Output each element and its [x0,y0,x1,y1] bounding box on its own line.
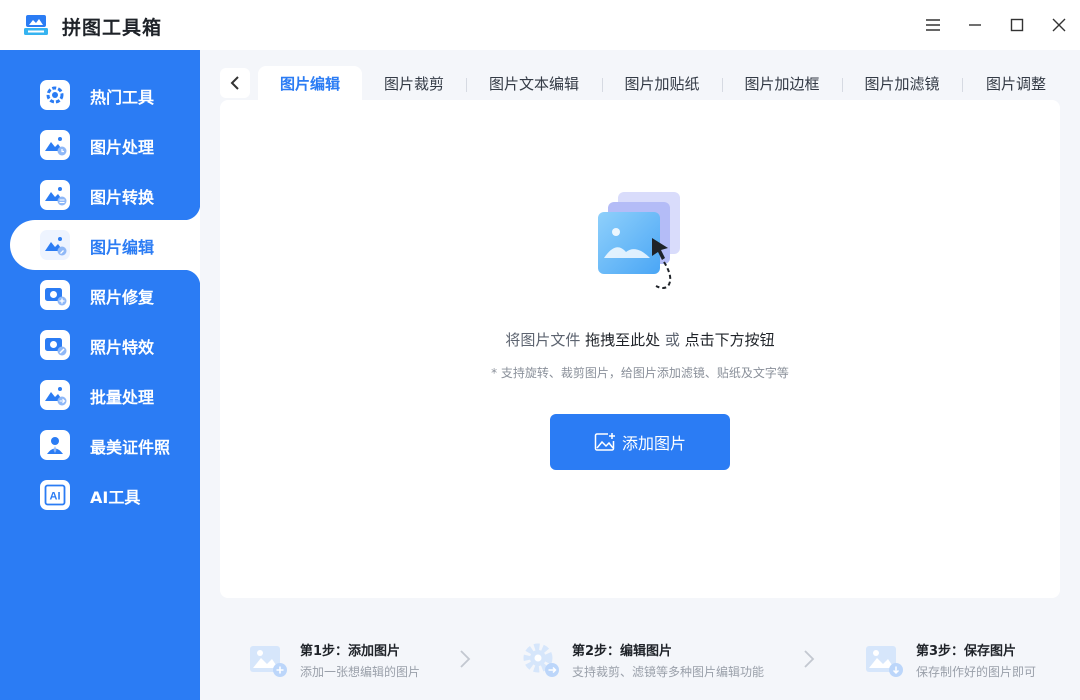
drop-zone[interactable]: 将图片文件 拖拽至此处 或 点击下方按钮 * 支持旋转、裁剪图片，给图片添加滤镜… [220,100,1060,598]
chevron-left-icon [230,76,239,90]
sidebar-item-image-processing[interactable]: 图片处理 [0,120,200,170]
sidebar-item-id-photo[interactable]: 最美证件照 [0,420,200,470]
tab-image-text-edit[interactable]: 图片文本编辑 [476,66,592,100]
app-logo-icon [24,15,48,35]
sidebar-item-photo-effects[interactable]: 照片特效 [0,320,200,370]
tab-divider [962,78,963,92]
tab-divider [602,78,603,92]
tab-image-edit[interactable]: 图片编辑 [258,66,362,100]
image-add-step-icon [250,646,287,677]
sidebar-item-batch[interactable]: 批量处理 [0,370,200,420]
sidebar-item-label: 图片转换 [90,188,155,207]
camera-plus-icon [40,280,70,310]
gear-step-icon [523,643,559,677]
close-icon [1052,18,1066,32]
chevron-right-icon [804,650,815,668]
maximize-icon [1010,18,1024,32]
sidebar-item-label: 热门工具 [90,88,155,107]
sidebar-item-label: 批量处理 [90,388,155,407]
minimize-icon [969,24,981,26]
id-photo-icon [40,430,70,460]
step-desc: 添加一张想编辑的图片 [300,665,421,679]
tab-divider [722,78,723,92]
sidebar-item-image-edit[interactable]: 图片编辑 [10,204,200,286]
drop-text-or: 或 [660,331,685,349]
menu-button[interactable] [920,12,946,38]
sidebar-item-image-convert[interactable]: 图片转换 [0,170,200,220]
tab-image-sticker[interactable]: 图片加贴纸 [612,66,712,100]
close-button[interactable] [1046,12,1072,38]
chevron-right-icon [460,650,471,668]
sidebar-item-label: 照片特效 [90,338,155,357]
minimize-button[interactable] [962,12,988,38]
sidebar-item-photo-repair[interactable]: 照片修复 [0,270,200,320]
step-title: 第1步：添加图片 [300,644,401,659]
drop-text-click: 点击下方按钮 [684,331,775,349]
sidebar-item-label: 照片修复 [90,288,155,307]
back-button[interactable] [220,68,250,98]
add-image-label: 添加图片 [621,434,686,453]
title-bar: 拼图工具箱 [0,0,1080,50]
sidebar-item-label: 最美证件照 [90,438,171,457]
maximize-button[interactable] [1004,12,1030,38]
tab-image-adjust[interactable]: 图片调整 [972,66,1060,100]
image-convert-icon [40,180,70,210]
add-image-button[interactable]: 添加图片 [550,414,730,470]
gear-icon [40,80,70,110]
step-1: 第1步：添加图片 添加一张想编辑的图片 [248,638,458,682]
image-edit-icon [40,230,70,260]
image-save-step-icon [866,646,903,677]
step-title: 第3步：保存图片 [916,644,1017,659]
sidebar-item-ai-tools[interactable]: AI AI工具 [0,470,200,520]
drop-hint: * 支持旋转、裁剪图片，给图片添加滤镜、贴纸及文字等 [491,366,789,380]
camera-wand-icon [40,330,70,360]
app-title: 拼图工具箱 [62,17,163,39]
step-title: 第2步：编辑图片 [572,644,673,659]
hamburger-icon [926,19,940,31]
tab-image-crop[interactable]: 图片裁剪 [370,66,458,100]
sidebar-item-hot-tools[interactable]: 热门工具 [0,70,200,120]
tab-divider [466,78,467,92]
tab-image-border[interactable]: 图片加边框 [732,66,832,100]
drop-instruction: 将图片文件 拖拽至此处 或 点击下方按钮 [220,329,1060,350]
image-add-icon [594,433,615,451]
svg-text:AI: AI [50,491,61,503]
ai-icon: AI [40,480,70,510]
sidebar-item-label: 图片处理 [90,138,155,157]
image-upload-illustration-icon [598,192,680,289]
step-3: 第3步：保存图片 保存制作好的图片即可 [864,638,1064,682]
main-area: 图片编辑 图片裁剪 图片文本编辑 图片加贴纸 图片加边框 图片加滤镜 图片调整 … [200,50,1080,700]
drop-text-prefix: 将图片文件 [505,331,586,349]
sidebar-item-label: AI工具 [90,488,141,507]
tab-divider [842,78,843,92]
step-desc: 支持裁剪、滤镜等多种图片编辑功能 [572,665,765,679]
sidebar: 热门工具 图片处理 图片转换 图片编辑 照片修复 照片特效 批量处理 最美证件照… [0,50,200,700]
step-2: 第2步：编辑图片 支持裁剪、滤镜等多种图片编辑功能 [520,638,780,682]
drop-text-drag: 拖拽至此处 [585,331,661,349]
image-batch-icon [40,380,70,410]
sidebar-item-label: 图片编辑 [90,238,155,257]
image-clock-icon [40,130,70,160]
steps-bar: 第1步：添加图片 添加一张想编辑的图片 第2步：编辑图片 支持裁剪、滤镜等多种图… [200,618,1080,700]
tab-image-filter[interactable]: 图片加滤镜 [852,66,952,100]
step-desc: 保存制作好的图片即可 [916,665,1037,679]
